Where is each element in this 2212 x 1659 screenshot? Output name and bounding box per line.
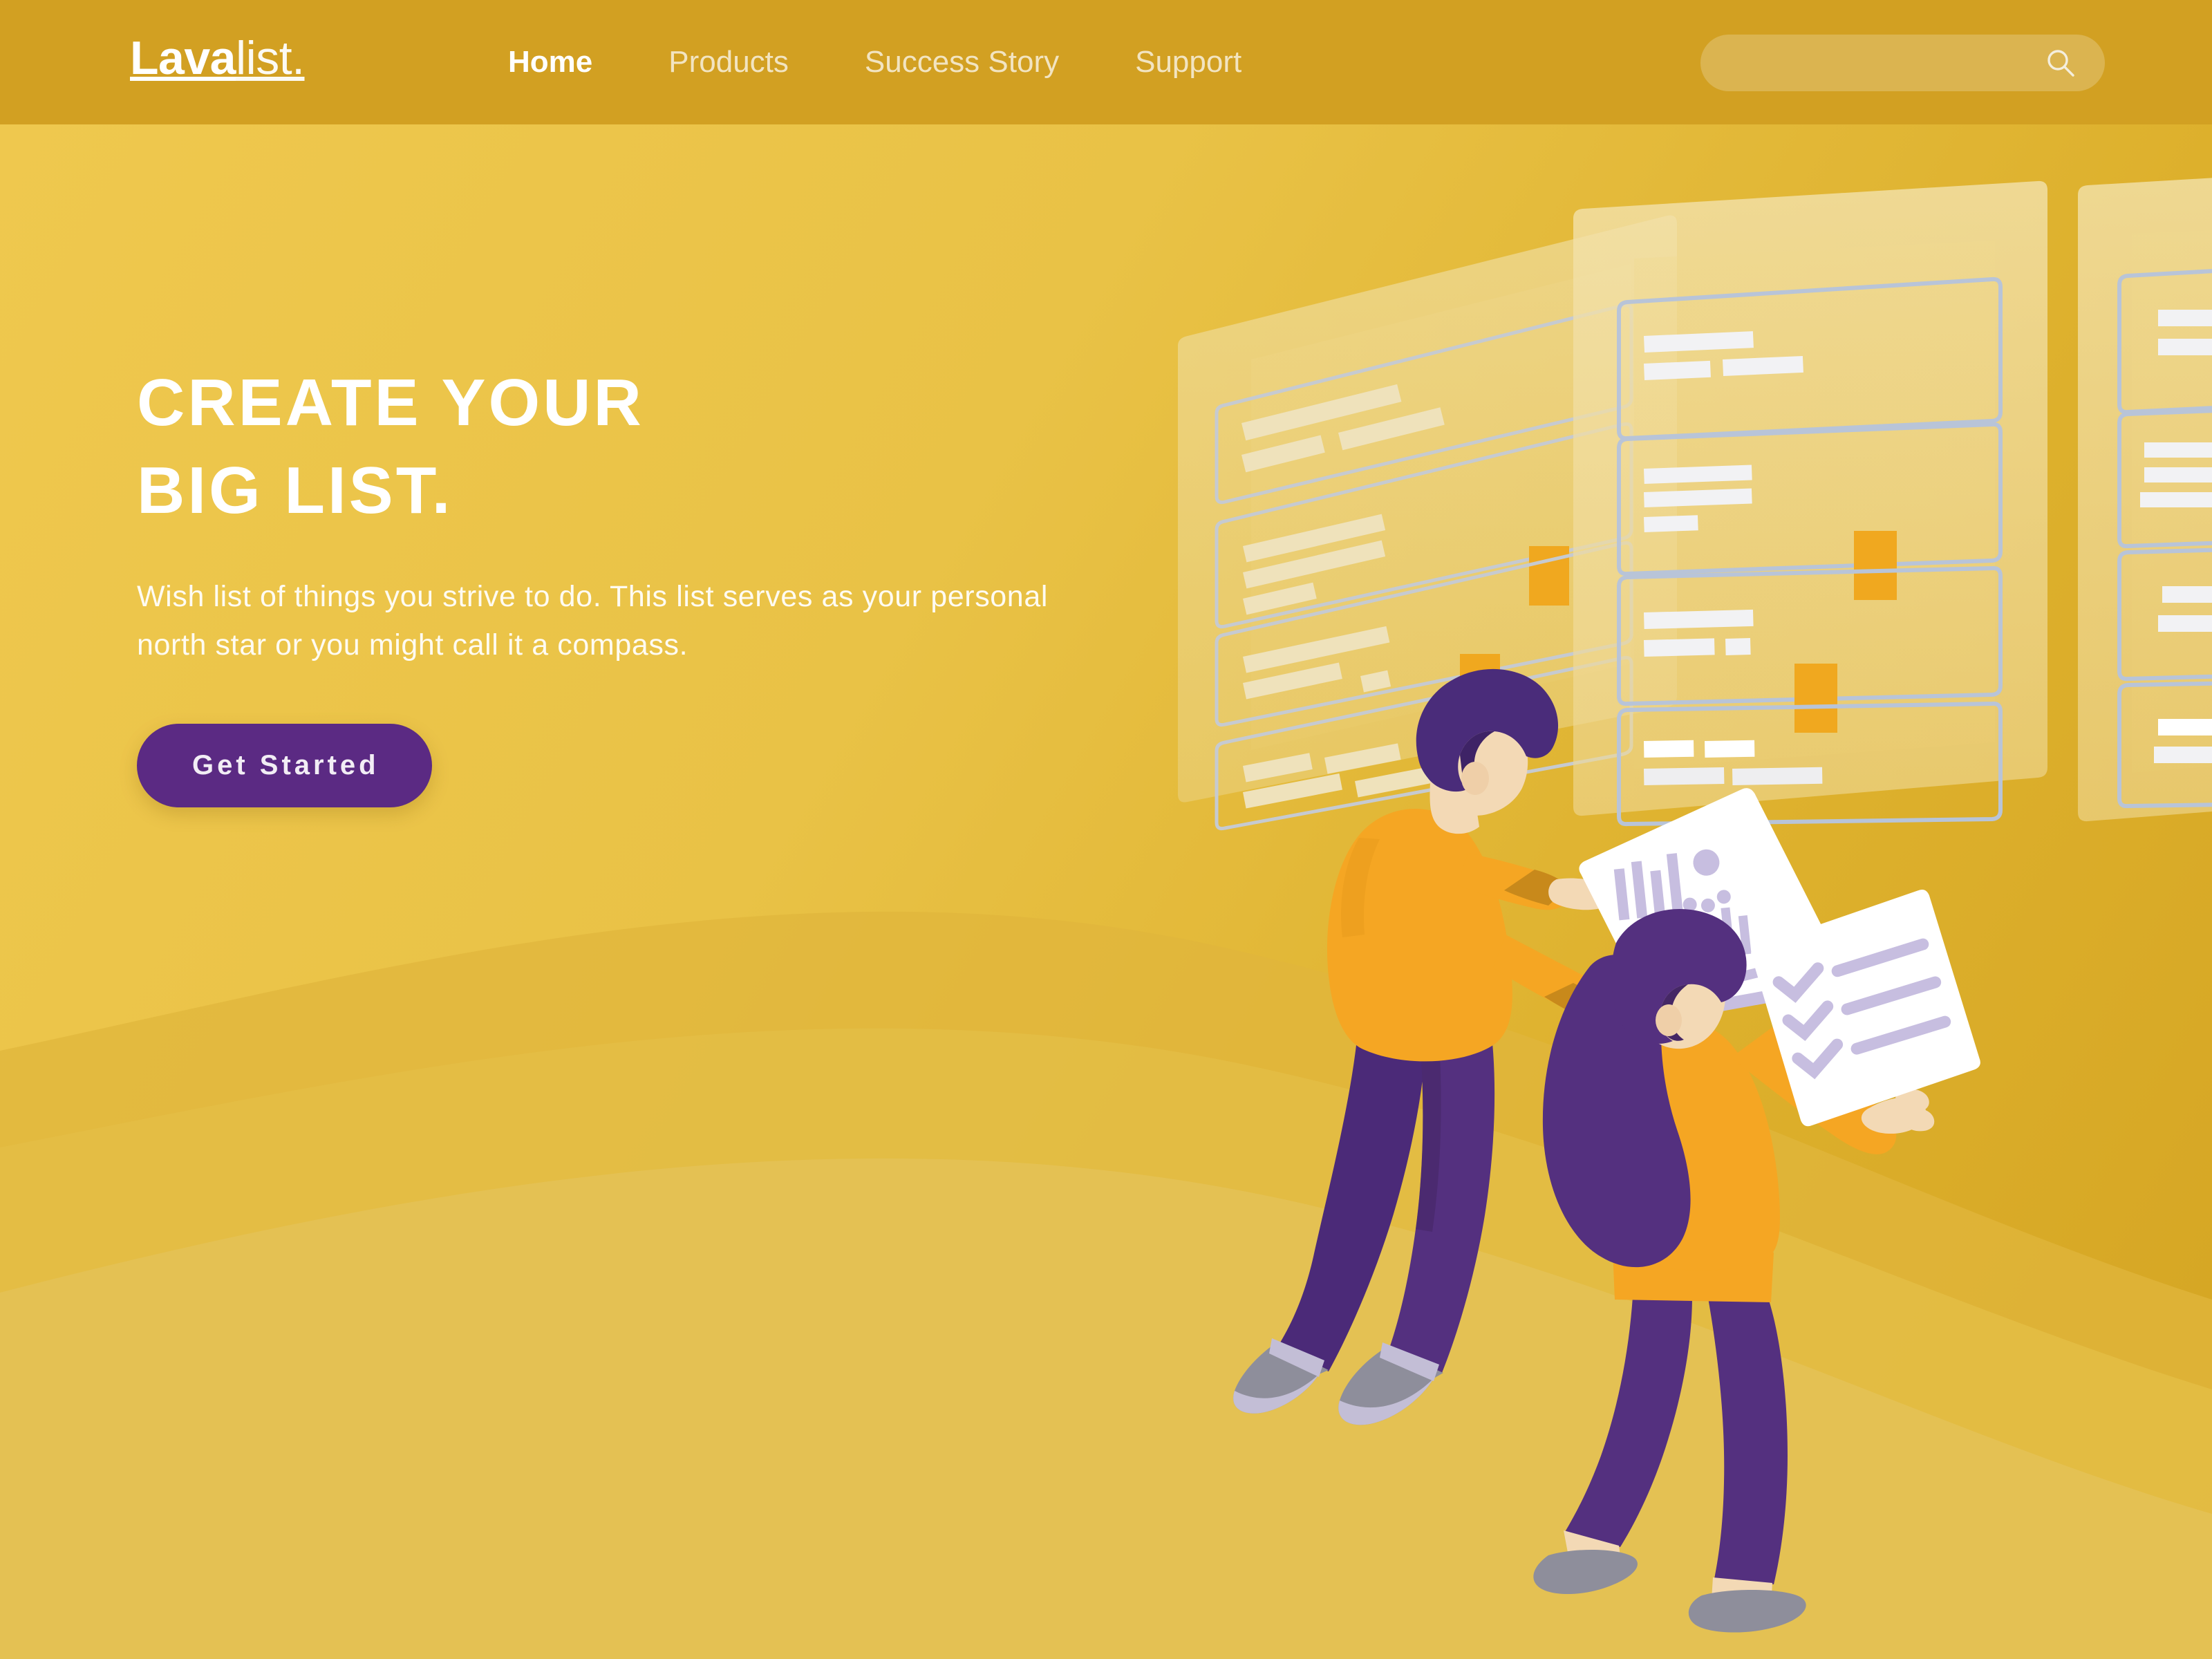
- landing-page: Lavalist. Home Products Success Story Su…: [0, 0, 2212, 1659]
- logo-text-light: list.: [236, 32, 305, 84]
- site-header: Lavalist. Home Products Success Story Su…: [0, 0, 2212, 124]
- hero-illustration: [1178, 124, 2212, 1659]
- board2-orange-tile: [1854, 531, 1897, 600]
- nav-item-products[interactable]: Products: [668, 45, 789, 79]
- board1-orange-tile: [1529, 546, 1569, 606]
- page-title: Create Your Big List.: [137, 359, 1174, 534]
- site-logo[interactable]: Lavalist.: [130, 35, 305, 82]
- board-center: [1573, 180, 2047, 827]
- board2-orange-tile: [1794, 664, 1837, 733]
- woman-shoe-front: [1688, 1577, 1806, 1633]
- hero-section: Create Your Big List. Wish list of thing…: [137, 359, 1174, 807]
- logo-text-strong: Lava: [130, 32, 236, 84]
- search-input[interactable]: [1700, 35, 2105, 91]
- nav-item-support[interactable]: Support: [1135, 45, 1241, 79]
- board-right-cropped: [2078, 178, 2212, 822]
- nav-item-home[interactable]: Home: [508, 45, 592, 79]
- headline-line-2: Big List.: [137, 453, 453, 527]
- get-started-button[interactable]: Get Started: [137, 723, 432, 807]
- headline-line-1: Create Your: [137, 366, 644, 440]
- main-navigation: Home Products Success Story Support: [508, 0, 1241, 124]
- hero-subcopy: Wish list of things you strive to do. Th…: [137, 580, 1048, 662]
- search-box[interactable]: [1700, 35, 2105, 91]
- nav-item-success-story[interactable]: Success Story: [865, 45, 1059, 79]
